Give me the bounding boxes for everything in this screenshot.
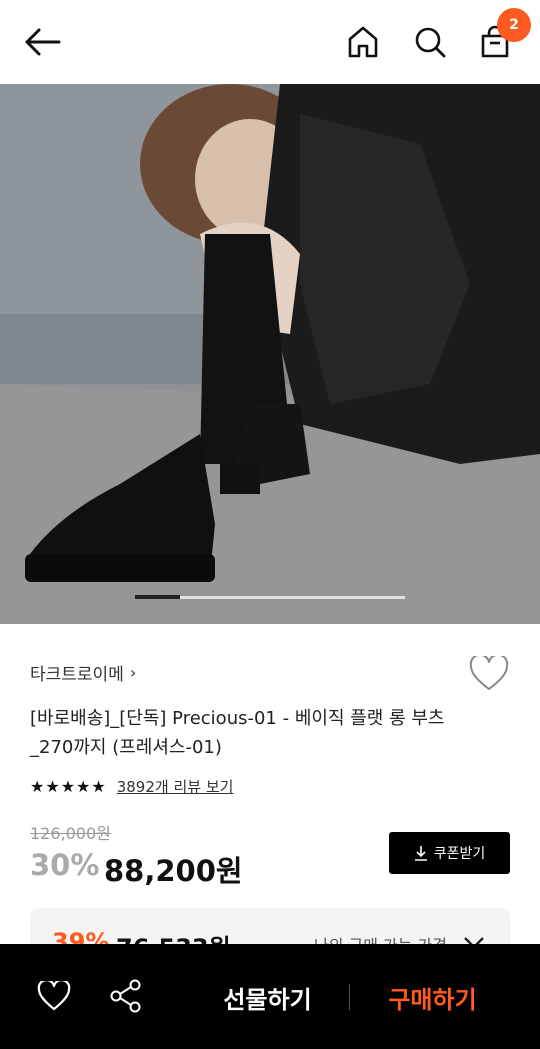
top-navigation-bar (0, 0, 540, 84)
discount-rate: 30% (30, 848, 100, 882)
gallery-progress-indicator (135, 595, 180, 599)
sale-price: 88,200원 (104, 854, 243, 888)
rating-row: ★★★★★ 3892개 리뷰 보기 (30, 776, 233, 797)
original-price: 126,000원 (30, 824, 111, 843)
brand-name: 타크트로이메 (30, 665, 124, 685)
coupon-label: 쿠폰받기 (433, 846, 486, 862)
download-icon (414, 846, 427, 861)
gift-button[interactable]: 선물하기 (200, 972, 335, 1022)
buy-button[interactable]: 구매하기 (365, 972, 500, 1022)
product-photo-illustration (0, 84, 540, 624)
product-title: [바로배송]_[단독] Precious-01 - 베이직 플랫 롱 부츠_27… (30, 708, 445, 758)
back-arrow-icon[interactable] (20, 22, 64, 62)
home-icon[interactable] (342, 21, 384, 63)
share-icon[interactable] (108, 978, 144, 1014)
cart-count-badge: 2 (497, 8, 531, 42)
rating-stars: ★★★★★ (30, 777, 107, 796)
chevron-right-icon: › (129, 663, 137, 682)
review-link[interactable]: 3892개 리뷰 보기 (117, 776, 234, 797)
product-image[interactable] (0, 84, 540, 624)
heart-icon[interactable] (36, 980, 72, 1012)
button-divider (349, 984, 350, 1010)
wishlist-heart-icon[interactable] (469, 653, 509, 692)
search-icon[interactable] (409, 21, 451, 63)
coupon-button[interactable]: 쿠폰받기 (389, 832, 510, 874)
brand-link[interactable]: 타크트로이메 › (30, 660, 136, 685)
